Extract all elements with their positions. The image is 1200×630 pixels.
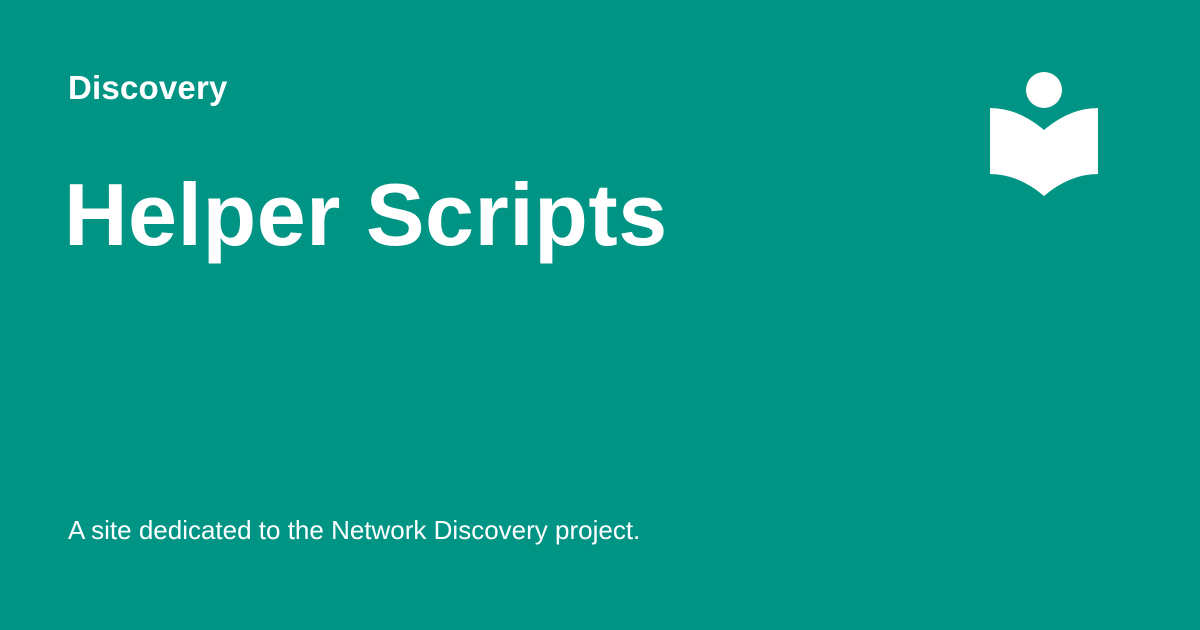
reader-book-icon bbox=[990, 72, 1098, 196]
open-book-shape bbox=[990, 108, 1098, 196]
page-title: Helper Scripts bbox=[64, 165, 668, 264]
social-card: Discovery Helper Scripts A site dedicate… bbox=[0, 0, 1200, 630]
site-description: A site dedicated to the Network Discover… bbox=[68, 515, 641, 545]
reader-head-shape bbox=[1026, 72, 1062, 108]
site-name: Discovery bbox=[68, 69, 228, 106]
